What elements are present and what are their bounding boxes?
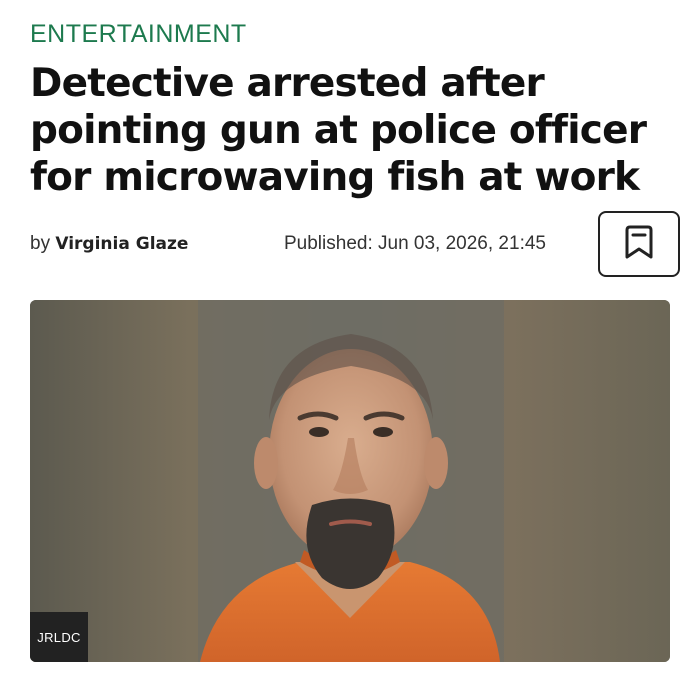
byline-prefix: by [30,233,51,254]
article-headline: Detective arrested after pointing gun at… [30,61,647,200]
bookmark-icon [624,224,654,264]
category-label[interactable]: ENTERTAINMENT [30,20,247,49]
author-name[interactable]: Virginia Glaze [55,234,188,254]
byline: by Virginia Glaze [30,233,188,255]
image-credit: JRLDC [30,612,88,662]
article-photo: JRLDC [30,300,670,662]
bookmark-button[interactable] [598,211,680,277]
mugshot-image [30,300,670,662]
published-date: Published: Jun 03, 2026, 21:45 [284,233,546,254]
